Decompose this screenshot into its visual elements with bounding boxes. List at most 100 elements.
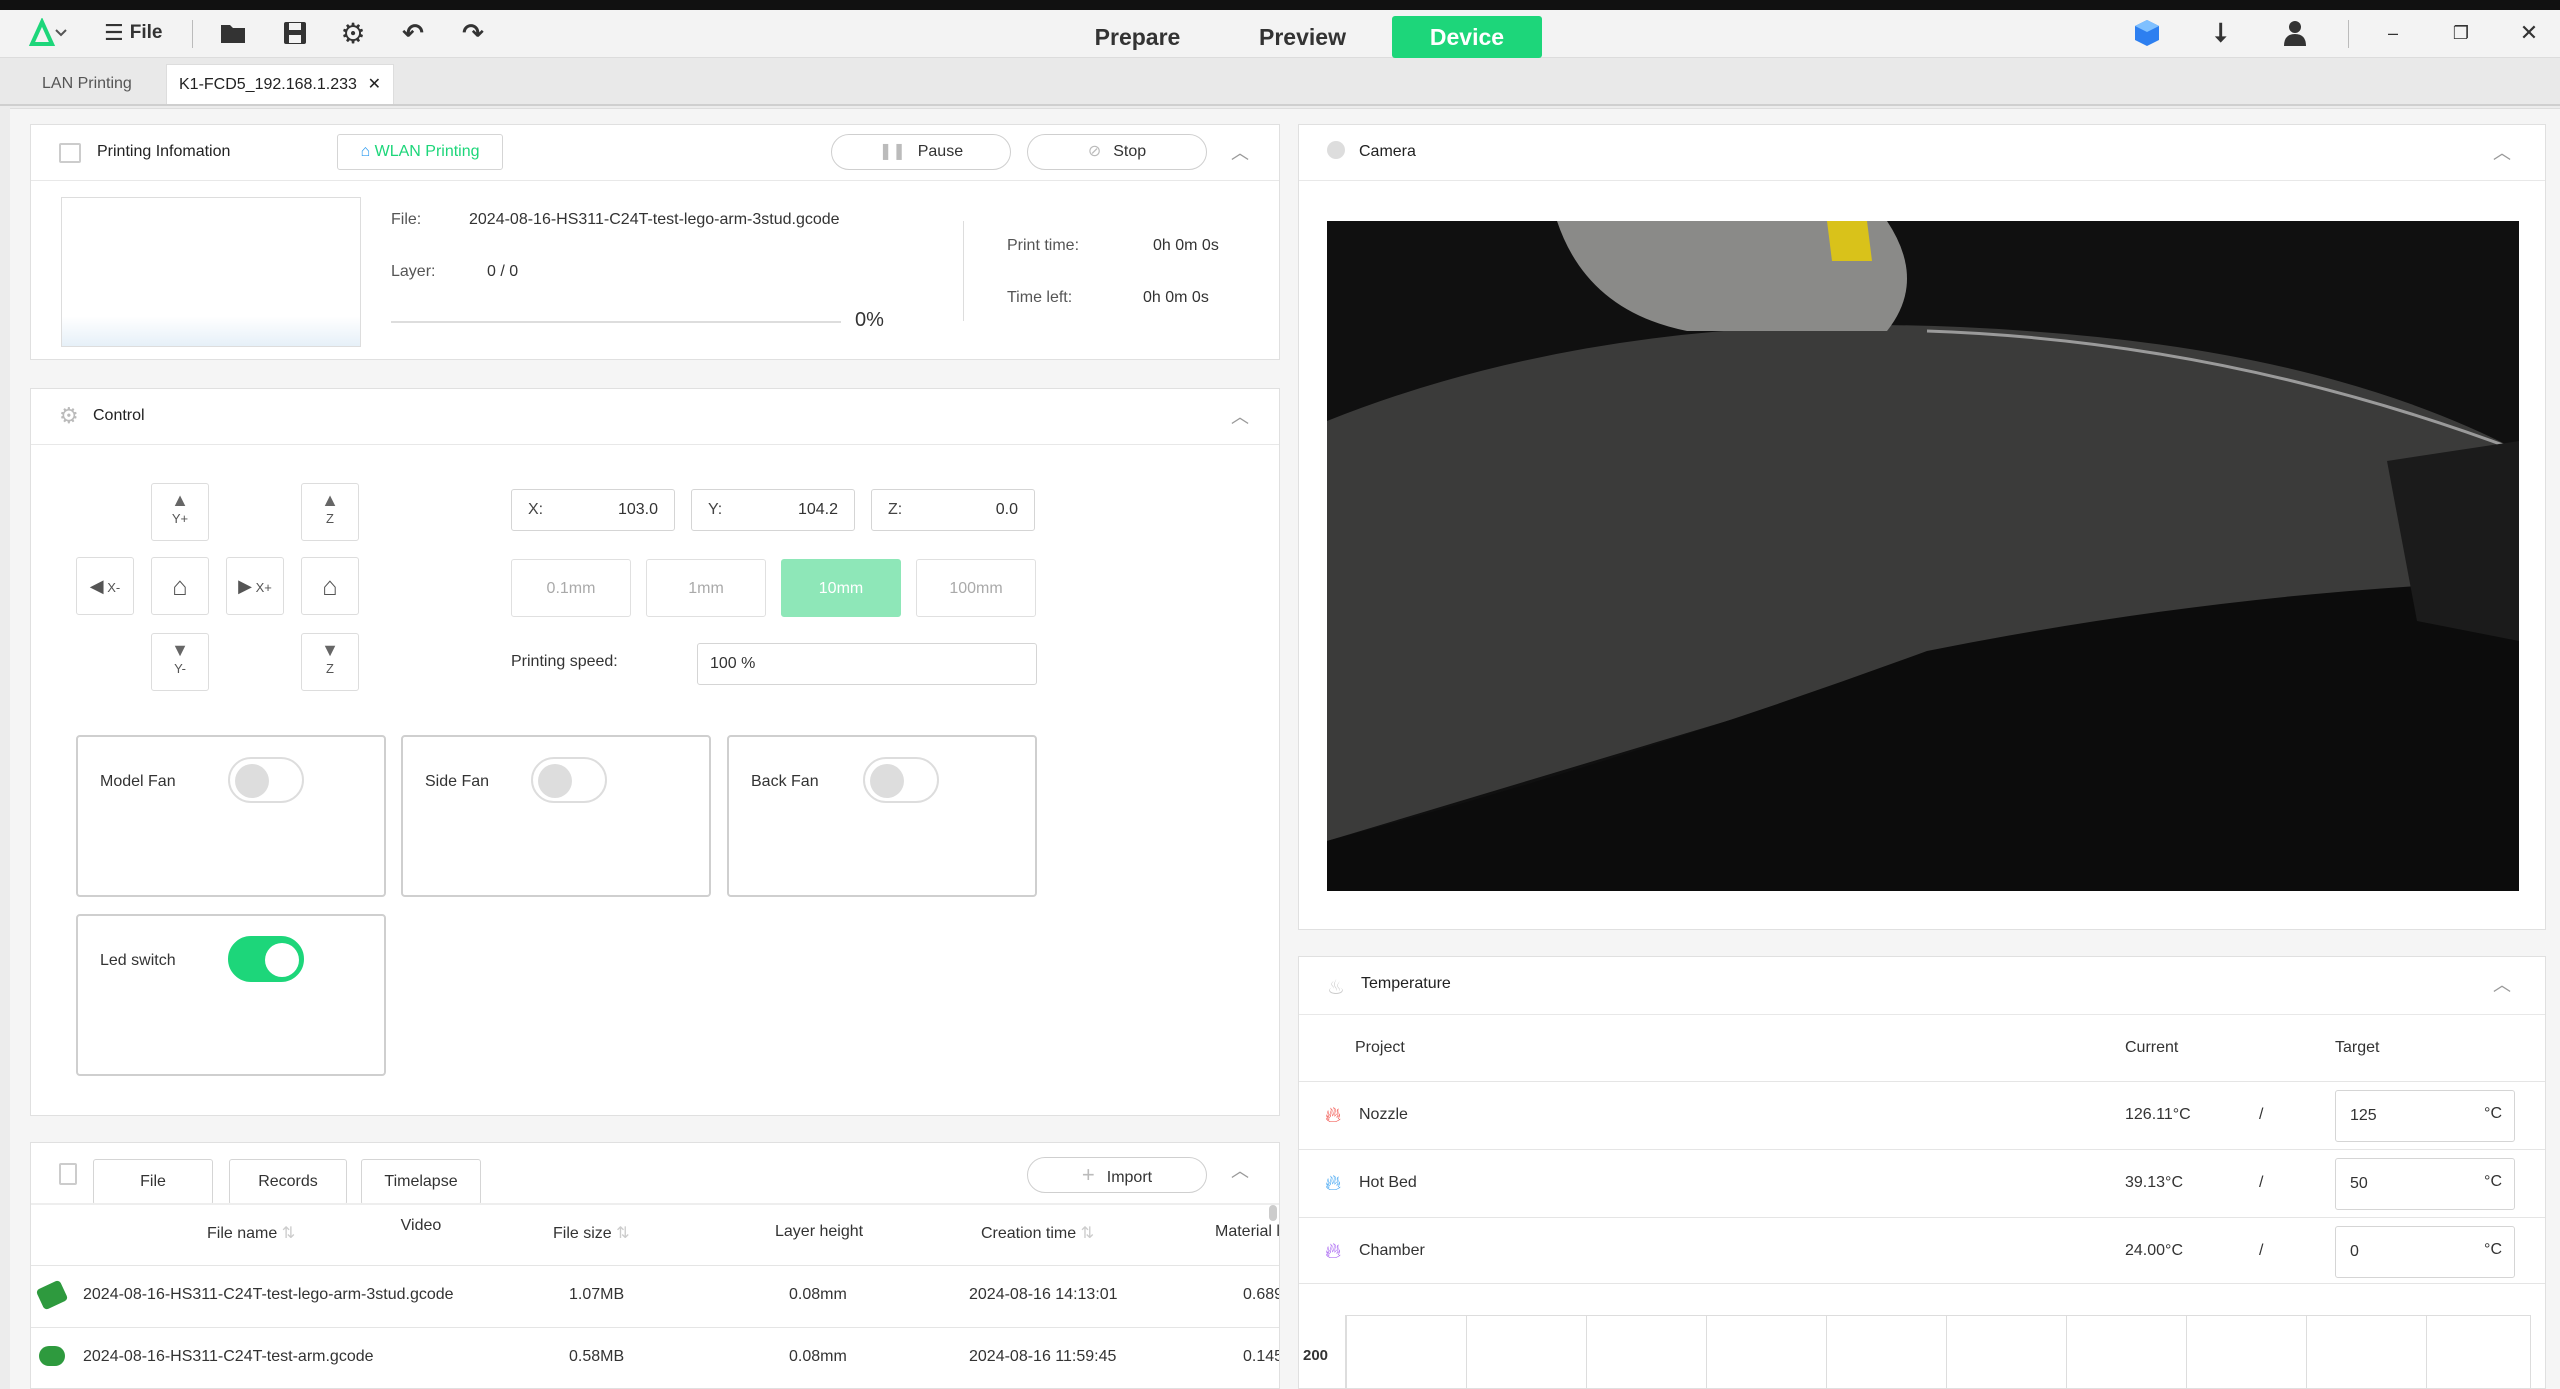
jog-y-plus-label: Y+	[171, 511, 189, 526]
table-row[interactable]: 2024-08-16-HS311-C24T-test-lego-arm-3stu…	[31, 1265, 1279, 1325]
user-account-icon[interactable]	[2280, 18, 2310, 48]
nav-tab-prepare[interactable]: Prepare	[1080, 16, 1195, 58]
open-folder-icon[interactable]	[218, 18, 248, 48]
collapse-chevron-up-icon[interactable]: ︿	[1231, 1162, 1249, 1180]
temperature-chart-grid	[1345, 1315, 2531, 1388]
pause-button[interactable]: ❚❚ Pause	[831, 134, 1011, 170]
step-1mm-button[interactable]: 1mm	[646, 559, 766, 617]
hot-bed-name: Hot Bed	[1359, 1174, 1417, 1191]
col-header-file-size[interactable]: File size ⇅	[553, 1223, 630, 1243]
sort-icon: ⇅	[281, 1225, 296, 1242]
close-tab-icon[interactable]: ✕	[368, 65, 381, 105]
file-label: File:	[391, 211, 422, 228]
y-coordinate-field[interactable]: Y: 104.2	[691, 489, 855, 531]
close-window-icon[interactable]: ✕	[2514, 18, 2544, 48]
camera-live-feed[interactable]	[1327, 221, 2519, 891]
hot-bed-target-input[interactable]: 50 °C	[2335, 1158, 2515, 1210]
download-icon[interactable]: ⭣	[2206, 17, 2236, 48]
jog-z-up-button[interactable]: ▲ Z	[301, 483, 359, 541]
side-fan-card: Side Fan	[401, 735, 711, 897]
z-coordinate-field[interactable]: Z: 0.0	[871, 489, 1035, 531]
nozzle-current: 126.11°C	[2125, 1106, 2191, 1123]
stop-button[interactable]: ⊘ Stop	[1027, 134, 1207, 170]
nav-tab-device[interactable]: Device	[1392, 16, 1542, 58]
settings-gear-icon[interactable]: ⚙	[338, 18, 368, 49]
x-coordinate-field[interactable]: X: 103.0	[511, 489, 675, 531]
tab-k1-printer[interactable]: K1-FCD5_192.168.1.233 ✕	[166, 64, 394, 104]
layer-height-cell: 0.08mm	[789, 1348, 847, 1365]
save-icon[interactable]	[280, 18, 310, 48]
home-icon: ⌂	[322, 571, 338, 601]
printing-speed-input[interactable]: 100 %	[697, 643, 1037, 685]
arrow-right-icon: ▶	[238, 576, 252, 596]
restore-window-icon[interactable]: ❐	[2446, 18, 2476, 48]
home-xy-button[interactable]: ⌂	[151, 557, 209, 615]
side-fan-toggle[interactable]	[531, 757, 607, 803]
printing-info-title: Printing Infomation	[97, 143, 231, 160]
undo-icon[interactable]: ↶	[398, 18, 428, 48]
app-logo-menu[interactable]	[28, 18, 68, 48]
jog-z-down-button[interactable]: ▼ Z	[301, 633, 359, 691]
minimize-window-icon[interactable]: –	[2378, 18, 2408, 48]
control-panel: ⚙ Control ︿ ▲ Y+ ▲ Z ◀ X- ⌂ ▶ X+ ⌂ ▼ Y- ▼ Z …	[30, 388, 1280, 1116]
col-header-file-name-label: File name	[207, 1225, 278, 1242]
control-gear-icon: ⚙	[59, 403, 79, 428]
hot-bed-target-unit: °C	[2484, 1173, 2502, 1190]
file-name-cell: 2024-08-16-HS311-C24T-test-lego-arm-3stu…	[83, 1286, 454, 1303]
col-header-creation-time[interactable]: Creation time ⇅	[981, 1223, 1094, 1243]
import-button[interactable]: + Import	[1027, 1157, 1207, 1193]
gcode-file-icon	[39, 1346, 65, 1366]
hot-bed-current: 39.13°C	[2125, 1174, 2183, 1191]
col-header-project: Project	[1355, 1039, 1405, 1056]
print-time-value: 0h 0m 0s	[1153, 237, 1219, 254]
redo-icon[interactable]: ↷	[458, 18, 488, 48]
led-switch-card: Led switch	[76, 914, 386, 1076]
col-header-layer-height: Layer height	[775, 1223, 864, 1240]
collapse-chevron-up-icon[interactable]: ︿	[2493, 144, 2511, 162]
printing-speed-label: Printing speed:	[511, 653, 618, 670]
collapse-chevron-up-icon[interactable]: ︿	[2493, 976, 2511, 994]
sort-icon: ⇅	[1080, 1225, 1095, 1242]
tab-lan-printing[interactable]: LAN Printing	[30, 64, 144, 104]
model-store-cube-icon[interactable]	[2130, 18, 2164, 48]
records-tab-button[interactable]: Records	[229, 1159, 347, 1205]
jog-x-plus-button[interactable]: ▶ X+	[226, 557, 284, 615]
separator-slash: /	[2259, 1174, 2264, 1191]
table-row[interactable]: 2024-08-16-HS311-C24T-test-arm.gcode 0.5…	[31, 1327, 1279, 1387]
print-time-label: Print time:	[1007, 237, 1080, 254]
model-fan-card: Model Fan	[76, 735, 386, 897]
jog-x-minus-button[interactable]: ◀ X-	[76, 557, 134, 615]
nozzle-target-unit: °C	[2484, 1105, 2502, 1122]
hot-bed-flame-icon: 🔥︎	[1325, 1170, 1342, 1195]
chamber-target-input[interactable]: 0 °C	[2335, 1226, 2515, 1278]
scrollbar-thumb[interactable]	[1269, 1205, 1277, 1221]
time-left-value: 0h 0m 0s	[1143, 289, 1209, 306]
home-z-button[interactable]: ⌂	[301, 557, 359, 615]
temperature-row-divider	[1299, 1283, 2545, 1284]
file-menu[interactable]: ☰ File	[104, 18, 174, 48]
wlan-printing-button[interactable]: ⌂ WLAN Printing	[337, 134, 503, 170]
nav-tab-preview[interactable]: Preview	[1245, 16, 1360, 58]
collapse-chevron-up-icon[interactable]: ︿	[1231, 408, 1249, 426]
led-switch-toggle[interactable]	[228, 936, 304, 982]
col-header-creation-time-label: Creation time	[981, 1225, 1077, 1242]
jog-y-plus-button[interactable]: ▲ Y+	[151, 483, 209, 541]
arrow-down-icon: ▼	[171, 640, 189, 660]
collapse-chevron-up-icon[interactable]: ︿	[1231, 144, 1249, 162]
step-0-1mm-button[interactable]: 0.1mm	[511, 559, 631, 617]
col-header-file-name[interactable]: File name ⇅	[207, 1223, 295, 1243]
step-10mm-button[interactable]: 10mm	[781, 559, 901, 617]
timelapse-video-tab-button[interactable]: Timelapse Video	[361, 1159, 481, 1234]
model-fan-toggle[interactable]	[228, 757, 304, 803]
jog-y-minus-button[interactable]: ▼ Y-	[151, 633, 209, 691]
creation-time-cell: 2024-08-16 14:13:01	[969, 1286, 1118, 1303]
camera-panel: Camera ︿	[1298, 124, 2546, 930]
wlan-printing-label: WLAN Printing	[374, 143, 480, 160]
import-label: Import	[1106, 1169, 1153, 1186]
file-tab-button[interactable]: File	[93, 1159, 213, 1205]
toggle-knob	[265, 943, 299, 977]
chamber-flame-icon: 🔥︎	[1325, 1238, 1342, 1263]
back-fan-toggle[interactable]	[863, 757, 939, 803]
nozzle-target-input[interactable]: 125 °C	[2335, 1090, 2515, 1142]
step-100mm-button[interactable]: 100mm	[916, 559, 1036, 617]
